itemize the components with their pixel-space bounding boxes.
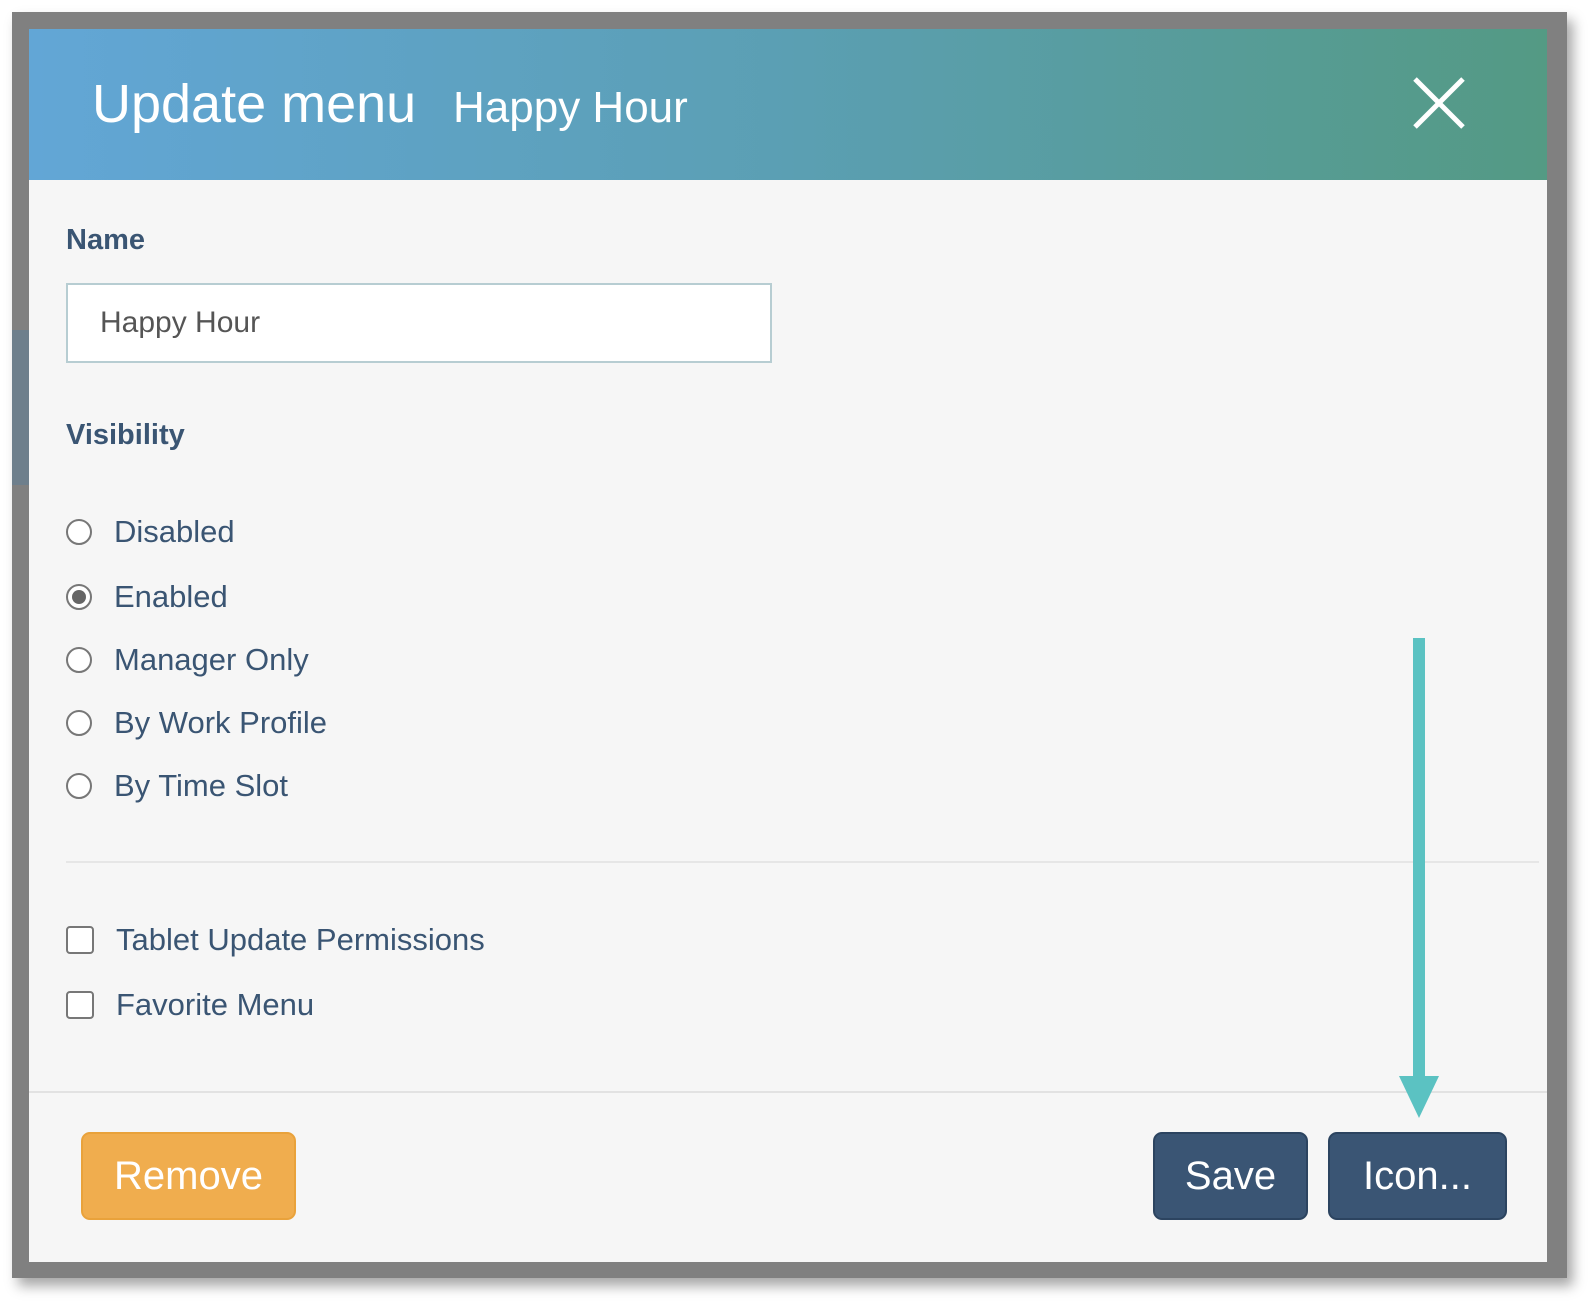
name-input[interactable]: [66, 283, 772, 363]
background-page: [12, 330, 29, 485]
radio-label: By Work Profile: [114, 705, 328, 740]
radio-button[interactable]: [66, 710, 92, 736]
close-icon[interactable]: [1409, 73, 1469, 133]
radio-button-selected[interactable]: [66, 584, 92, 610]
radio-button[interactable]: [66, 647, 92, 673]
annotation-arrow-icon: [1399, 638, 1439, 1118]
radio-button[interactable]: [66, 773, 92, 799]
icon-button[interactable]: Icon...: [1328, 1132, 1507, 1220]
footer-divider: [29, 1091, 1547, 1093]
checkbox-favorite-menu[interactable]: Favorite Menu: [66, 985, 314, 1025]
radio-label: Manager Only: [114, 642, 309, 677]
visibility-label: Visibility: [66, 419, 185, 451]
checkbox[interactable]: [66, 926, 94, 954]
radio-label: Enabled: [114, 579, 228, 614]
checkbox-tablet-update-permissions[interactable]: Tablet Update Permissions: [66, 920, 485, 960]
radio-manager-only[interactable]: Manager Only: [66, 640, 309, 680]
radio-by-work-profile[interactable]: By Work Profile: [66, 703, 327, 743]
radio-label: By Time Slot: [114, 768, 288, 803]
checkbox-label: Tablet Update Permissions: [116, 922, 485, 957]
remove-button[interactable]: Remove: [81, 1132, 296, 1220]
section-divider: [66, 861, 1539, 863]
radio-label: Disabled: [114, 514, 235, 549]
dialog-header: Update menu Happy Hour: [29, 29, 1547, 180]
radio-disabled[interactable]: Disabled: [66, 512, 235, 552]
dialog-title: Update menu: [92, 74, 417, 134]
dialog-subtitle: Happy Hour: [453, 83, 688, 132]
checkbox[interactable]: [66, 991, 94, 1019]
radio-button[interactable]: [66, 519, 92, 545]
update-menu-dialog: Update menu Happy Hour Name Visibility D…: [29, 29, 1547, 1262]
checkbox-label: Favorite Menu: [116, 987, 315, 1022]
save-button[interactable]: Save: [1153, 1132, 1308, 1220]
name-label: Name: [66, 224, 145, 256]
radio-enabled[interactable]: Enabled: [66, 577, 228, 617]
radio-by-time-slot[interactable]: By Time Slot: [66, 766, 288, 806]
